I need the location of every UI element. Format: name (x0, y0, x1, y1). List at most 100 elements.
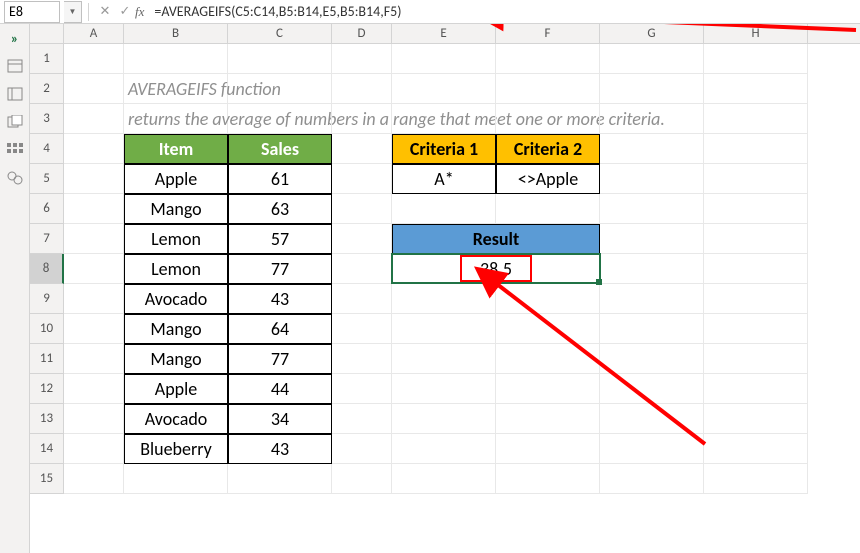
table-cell[interactable]: 77 (228, 254, 332, 284)
table-cell[interactable]: Mango (124, 344, 228, 374)
cell[interactable] (64, 254, 124, 284)
tool-icon-2[interactable] (6, 86, 24, 102)
cell[interactable] (228, 74, 332, 104)
cell[interactable] (332, 404, 392, 434)
cell[interactable] (704, 194, 808, 224)
cell[interactable] (228, 104, 332, 134)
row-header-13[interactable]: 13 (30, 404, 64, 434)
cell[interactable] (704, 284, 808, 314)
table-header-sales[interactable]: Sales (228, 134, 332, 164)
cell[interactable] (704, 44, 808, 74)
cell[interactable] (704, 314, 808, 344)
cell[interactable] (392, 44, 496, 74)
cell[interactable] (64, 164, 124, 194)
description-text[interactable]: returns the average of numbers in a rang… (124, 104, 228, 134)
table-cell[interactable]: 44 (228, 374, 332, 404)
table-cell[interactable]: 34 (228, 404, 332, 434)
cell[interactable] (332, 254, 392, 284)
cell[interactable] (64, 104, 124, 134)
cell[interactable] (332, 104, 392, 134)
table-cell[interactable]: Avocado (124, 284, 228, 314)
table-cell[interactable]: 43 (228, 434, 332, 464)
cell[interactable] (600, 374, 704, 404)
cell[interactable] (332, 164, 392, 194)
cell[interactable] (332, 44, 392, 74)
row-header-14[interactable]: 14 (30, 434, 64, 464)
cell[interactable] (704, 74, 808, 104)
cell[interactable] (64, 374, 124, 404)
result-header[interactable] (496, 224, 600, 254)
cell[interactable] (64, 44, 124, 74)
cell[interactable] (496, 404, 600, 434)
tool-icon-1[interactable] (6, 58, 24, 74)
cell[interactable] (64, 314, 124, 344)
table-cell[interactable]: 63 (228, 194, 332, 224)
cell[interactable] (600, 314, 704, 344)
table-cell[interactable]: 57 (228, 224, 332, 254)
table-cell[interactable]: 43 (228, 284, 332, 314)
col-header-D[interactable]: D (332, 24, 392, 43)
row-header-5[interactable]: 5 (30, 164, 64, 194)
fx-icon[interactable]: fx (135, 4, 144, 20)
cell[interactable] (392, 104, 496, 134)
cell[interactable] (600, 434, 704, 464)
cell[interactable] (392, 464, 496, 494)
cell[interactable] (332, 134, 392, 164)
cell[interactable] (392, 194, 496, 224)
cell[interactable] (600, 224, 704, 254)
cell[interactable] (704, 134, 808, 164)
tool-icon-3[interactable] (6, 114, 24, 130)
name-box-dropdown[interactable]: ▼ (64, 1, 82, 23)
cell[interactable] (64, 464, 124, 494)
cell[interactable] (332, 374, 392, 404)
cell[interactable] (496, 74, 600, 104)
expand-icon[interactable]: » (6, 30, 24, 46)
cancel-icon[interactable]: ✕ (95, 2, 115, 22)
row-header-2[interactable]: 2 (30, 74, 64, 104)
table-cell[interactable]: Lemon (124, 224, 228, 254)
cell[interactable] (704, 404, 808, 434)
cell[interactable] (64, 134, 124, 164)
col-header-E[interactable]: E (392, 24, 496, 43)
cell[interactable] (600, 104, 704, 134)
cell[interactable] (228, 464, 332, 494)
row-header-11[interactable]: 11 (30, 344, 64, 374)
row-header-3[interactable]: 3 (30, 104, 64, 134)
cell[interactable] (704, 434, 808, 464)
cell[interactable] (64, 224, 124, 254)
col-header-A[interactable]: A (64, 24, 124, 43)
cell[interactable] (600, 164, 704, 194)
criteria-header-1[interactable]: Criteria 1 (392, 134, 496, 164)
row-header-8[interactable]: 8 (30, 254, 64, 284)
cell[interactable] (124, 44, 228, 74)
cell[interactable] (704, 224, 808, 254)
table-cell[interactable]: Lemon (124, 254, 228, 284)
cell[interactable] (600, 44, 704, 74)
cell[interactable] (392, 284, 496, 314)
cell[interactable] (64, 284, 124, 314)
cell[interactable] (496, 314, 600, 344)
cell[interactable] (704, 104, 808, 134)
cell[interactable] (600, 404, 704, 434)
cell[interactable] (496, 284, 600, 314)
table-cell[interactable]: Blueberry (124, 434, 228, 464)
cell[interactable] (392, 314, 496, 344)
cell[interactable] (600, 464, 704, 494)
cell[interactable] (496, 464, 600, 494)
cell[interactable] (332, 194, 392, 224)
row-header-9[interactable]: 9 (30, 284, 64, 314)
table-cell[interactable]: 77 (228, 344, 332, 374)
cell[interactable] (496, 104, 600, 134)
cell[interactable] (600, 344, 704, 374)
row-header-10[interactable]: 10 (30, 314, 64, 344)
cell[interactable] (332, 464, 392, 494)
cell[interactable] (600, 74, 704, 104)
cell[interactable] (64, 434, 124, 464)
table-cell[interactable]: Mango (124, 194, 228, 224)
cell[interactable] (496, 374, 600, 404)
table-cell[interactable]: Mango (124, 314, 228, 344)
result-header[interactable] (392, 224, 496, 254)
col-header-H[interactable]: H (704, 24, 808, 43)
cell[interactable] (332, 434, 392, 464)
cell[interactable] (332, 314, 392, 344)
